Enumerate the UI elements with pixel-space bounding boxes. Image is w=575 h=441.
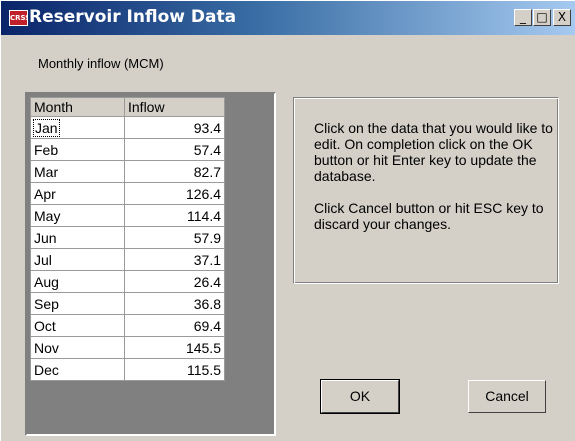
title-bar[interactable]: CRSS Reservoir Inflow Data _ □ X [1,1,575,35]
instructions-paragraph-2: Click Cancel button or hit ESC key to di… [314,200,544,232]
month-cell-label: Apr [34,185,56,202]
month-cell[interactable]: Dec [30,358,125,381]
month-cell-label: Sep [34,295,59,312]
month-cell-label: Dec [34,361,59,378]
month-cell-label: Aug [34,273,59,290]
inflow-cell[interactable]: 114.4 [124,204,225,227]
inflow-cell[interactable]: 145.5 [124,336,225,359]
inflow-grid: Month Inflow Jan 93.4 Feb 57.4 Mar 82.7 Apr 126… [30,97,225,381]
inflow-cell[interactable]: 69.4 [124,314,225,337]
table-row[interactable]: Oct 69.4 [30,314,225,337]
table-row[interactable]: Aug 26.4 [30,270,225,293]
month-cell-label: Mar [34,163,59,180]
inflow-cell[interactable]: 126.4 [124,182,225,205]
inflow-cell[interactable]: 82.7 [124,160,225,183]
month-cell[interactable]: Sep [30,292,125,315]
table-row[interactable]: Feb 57.4 [30,138,225,161]
month-cell-label: Feb [34,141,59,158]
ok-button[interactable]: OK [320,379,400,414]
cancel-button[interactable]: Cancel [468,380,546,413]
month-cell[interactable]: May [30,204,125,227]
month-cell-label: Jun [34,229,57,246]
instructions-paragraph-1: Click on the data that you would like to… [314,120,553,184]
instructions-panel: Click on the data that you would like to… [293,97,559,284]
dialog-window: CRSS Reservoir Inflow Data _ □ X Monthly… [0,0,575,441]
grid-body: Jan 93.4 Feb 57.4 Mar 82.7 Apr 126.4 May 114.4 Jun… [30,116,225,381]
month-cell-label: Oct [34,317,56,334]
month-cell[interactable]: Feb [30,138,125,161]
month-cell-label: May [34,207,61,224]
table-row[interactable]: Mar 82.7 [30,160,225,183]
inflow-cell[interactable]: 115.5 [124,358,225,381]
month-cell-label: Nov [34,339,59,356]
month-cell[interactable]: Jun [30,226,125,249]
month-cell-label: Jan [33,118,60,137]
month-cell[interactable]: Nov [30,336,125,359]
month-cell[interactable]: Mar [30,160,125,183]
table-row[interactable]: Dec 115.5 [30,358,225,381]
inflow-cell[interactable]: 37.1 [124,248,225,271]
inflow-cell[interactable]: 57.9 [124,226,225,249]
month-cell[interactable]: Jul [30,248,125,271]
close-button[interactable]: X [553,9,571,26]
minimize-button[interactable]: _ [514,9,532,26]
app-icon: CRSS [9,10,28,26]
month-cell[interactable]: Aug [30,270,125,293]
instructions-text: Click on the data that you would like to… [314,120,554,248]
table-row[interactable]: Jul 37.1 [30,248,225,271]
column-header-inflow[interactable]: Inflow [124,97,225,117]
grid-caption: Monthly inflow (MCM) [38,56,164,71]
month-cell[interactable]: Jan [30,116,125,139]
maximize-button[interactable]: □ [533,9,551,26]
column-header-month[interactable]: Month [30,97,125,117]
inflow-cell[interactable]: 36.8 [124,292,225,315]
inflow-cell[interactable]: 57.4 [124,138,225,161]
inflow-cell[interactable]: 26.4 [124,270,225,293]
table-row[interactable]: Jun 57.9 [30,226,225,249]
window-title: Reservoir Inflow Data [29,7,237,27]
table-row[interactable]: Jan 93.4 [30,116,225,139]
inflow-grid-frame: Month Inflow Jan 93.4 Feb 57.4 Mar 82.7 Apr 126… [25,92,276,436]
month-cell[interactable]: Apr [30,182,125,205]
month-cell-label: Jul [34,251,52,268]
table-row[interactable]: May 114.4 [30,204,225,227]
table-row[interactable]: Nov 145.5 [30,336,225,359]
inflow-cell[interactable]: 93.4 [124,116,225,139]
table-row[interactable]: Apr 126.4 [30,182,225,205]
table-row[interactable]: Sep 36.8 [30,292,225,315]
month-cell[interactable]: Oct [30,314,125,337]
